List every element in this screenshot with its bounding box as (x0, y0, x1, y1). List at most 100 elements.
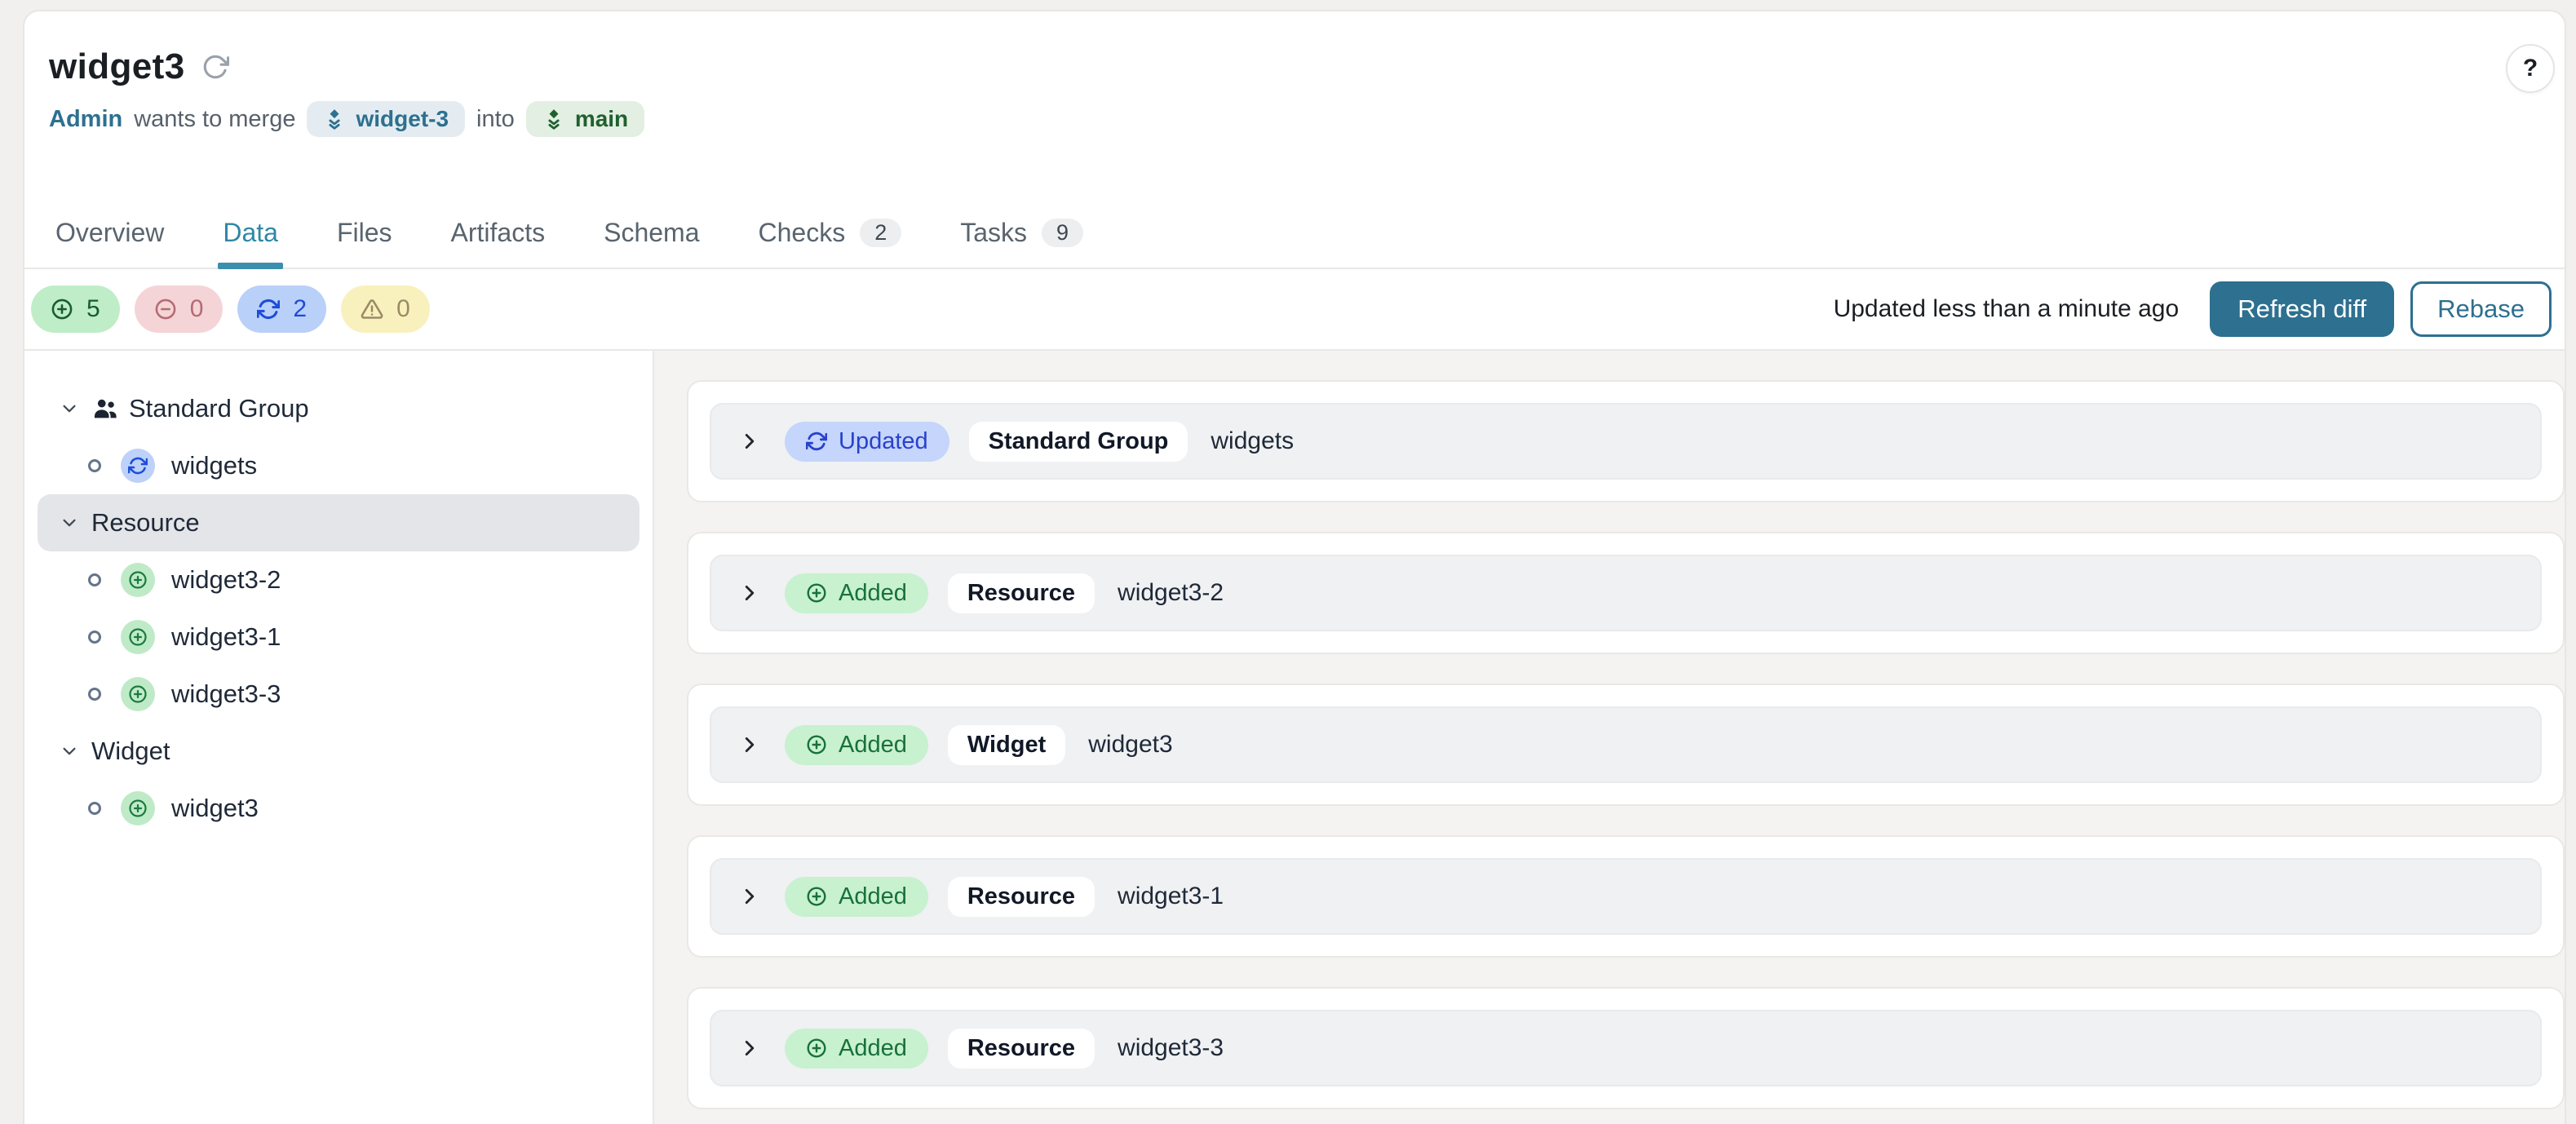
tab-artifacts[interactable]: Artifacts (446, 197, 551, 268)
tab-count-badge: 2 (860, 218, 902, 247)
merge-request-card: widget3 ? Admin wants to merge widget-3 … (23, 10, 2566, 1124)
status-badge-label: Added (839, 579, 907, 606)
diff-card: Added Widget widget3 (687, 684, 2565, 806)
tree-item-widget3[interactable]: widget3 (38, 780, 640, 837)
entity-name: widget3-3 (1118, 1034, 1224, 1061)
tab-label: Overview (55, 217, 165, 247)
chevron-right-icon[interactable] (739, 886, 760, 907)
users-icon (91, 395, 119, 423)
plus-circle-icon (121, 620, 155, 654)
plus-circle-icon (806, 582, 827, 604)
warning-icon (361, 298, 383, 321)
plus-circle-icon (121, 791, 155, 825)
tree-item-label: widget3 (171, 794, 259, 822)
rebase-button[interactable]: Rebase (2410, 281, 2552, 337)
stat-pill-warning[interactable]: 0 (341, 285, 430, 333)
bullet-icon (88, 688, 101, 701)
source-branch-label: widget-3 (356, 106, 449, 131)
source-branch-badge[interactable]: widget-3 (307, 101, 466, 137)
last-updated-text: Updated less than a minute ago (1833, 295, 2180, 322)
tree-group-label: Widget (91, 737, 170, 765)
plus-circle-icon (121, 563, 155, 597)
tab-checks[interactable]: Checks 2 (753, 197, 906, 268)
tree-item-label: widgets (171, 451, 258, 480)
status-badge-label: Added (839, 1034, 907, 1061)
entity-name: widgets (1211, 427, 1295, 454)
merge-sentence: Admin wants to merge widget-3 into main (49, 100, 2540, 139)
tree-group-resource[interactable]: Resource (38, 494, 640, 551)
stat-value: 0 (189, 295, 204, 322)
tab-label: Checks (758, 217, 846, 247)
status-badge: Added (785, 1028, 928, 1069)
tree-item-label: widget3-3 (171, 679, 281, 708)
stat-pill-removed[interactable]: 0 (134, 285, 224, 333)
entity-type-badge: Resource (947, 1028, 1095, 1069)
diff-card: Added Resource widget3-3 (687, 987, 2565, 1109)
diff-row[interactable]: Added Widget widget3 (710, 706, 2542, 783)
refresh-icon (121, 449, 155, 483)
refresh-diff-button[interactable]: Refresh diff (2210, 281, 2395, 337)
rotate-cw-icon[interactable] (201, 53, 229, 81)
status-badge: Added (785, 876, 928, 917)
diff-toolbar: 5 0 2 0 Updated less than a minute ago Refr… (24, 269, 2565, 351)
stat-pill-updated[interactable]: 2 (237, 285, 327, 333)
tab-bar: Overview Data Files Artifacts Schema Checks 2 T… (24, 197, 2565, 269)
tree-item-widget3-2[interactable]: widget3-2 (38, 551, 640, 608)
bullet-icon (88, 573, 101, 586)
stat-pill-added[interactable]: 5 (31, 285, 120, 333)
target-branch-badge[interactable]: main (525, 101, 645, 137)
entity-type-badge: Widget (947, 724, 1066, 765)
refresh-icon (806, 431, 827, 452)
tree-item-widget3-1[interactable]: widget3-1 (38, 608, 640, 666)
tree-group-widget[interactable]: Widget (38, 723, 640, 780)
plus-circle-icon (806, 734, 827, 755)
tab-count-badge: 9 (1042, 218, 1084, 247)
plus-circle-icon (121, 677, 155, 711)
chevron-right-icon[interactable] (739, 1038, 760, 1059)
tab-label: Artifacts (450, 217, 546, 247)
chevron-down-icon (60, 400, 78, 418)
tree-group-standard-group[interactable]: Standard Group (38, 380, 640, 437)
tree-item-widgets[interactable]: widgets (38, 437, 640, 494)
page-title: widget3 (49, 46, 185, 86)
diff-row[interactable]: Added Resource widget3-3 (710, 1010, 2542, 1086)
tab-files[interactable]: Files (332, 197, 397, 268)
diff-row[interactable]: Updated Standard Group widgets (710, 403, 2542, 480)
branch-icon (542, 108, 565, 131)
entity-name: widget3-1 (1118, 883, 1224, 909)
plus-circle-icon (51, 298, 73, 321)
tab-schema[interactable]: Schema (599, 197, 704, 268)
chevron-right-icon[interactable] (739, 734, 760, 755)
bullet-icon (88, 459, 101, 472)
diff-row[interactable]: Added Resource widget3-1 (710, 858, 2542, 935)
status-badge-label: Added (839, 731, 907, 758)
tab-data[interactable]: Data (218, 197, 283, 269)
diff-card: Updated Standard Group widgets (687, 380, 2565, 502)
status-badge: Added (785, 573, 928, 613)
tab-tasks[interactable]: Tasks 9 (955, 197, 1088, 268)
target-branch-label: main (574, 106, 629, 131)
status-badge-label: Updated (839, 427, 928, 454)
diff-card: Added Resource widget3-1 (687, 835, 2565, 958)
diff-row[interactable]: Added Resource widget3-2 (710, 555, 2542, 631)
stat-value: 0 (396, 295, 410, 322)
tab-label: Data (223, 217, 278, 247)
plus-circle-icon (806, 1038, 827, 1059)
bullet-icon (88, 802, 101, 815)
chevron-right-icon[interactable] (739, 582, 760, 604)
diff-list: Updated Standard Group widgets Added Resourc… (654, 351, 2565, 1124)
help-button[interactable]: ? (2506, 44, 2555, 93)
header: widget3 ? Admin wants to merge widget-3 … (24, 11, 2565, 139)
entity-name: widget3 (1088, 731, 1173, 758)
tab-overview[interactable]: Overview (51, 197, 169, 268)
page: widget3 ? Admin wants to merge widget-3 … (0, 0, 2576, 1124)
status-badge-label: Added (839, 883, 907, 909)
tab-label: Tasks (960, 217, 1028, 247)
tree-group-label: Standard Group (129, 394, 309, 423)
author-name: Admin (49, 105, 123, 132)
stat-value: 5 (86, 295, 100, 322)
tree-item-widget3-3[interactable]: widget3-3 (38, 666, 640, 723)
tree-item-label: widget3-1 (171, 622, 281, 651)
chevron-right-icon[interactable] (739, 431, 760, 452)
chevron-down-icon (60, 742, 78, 760)
